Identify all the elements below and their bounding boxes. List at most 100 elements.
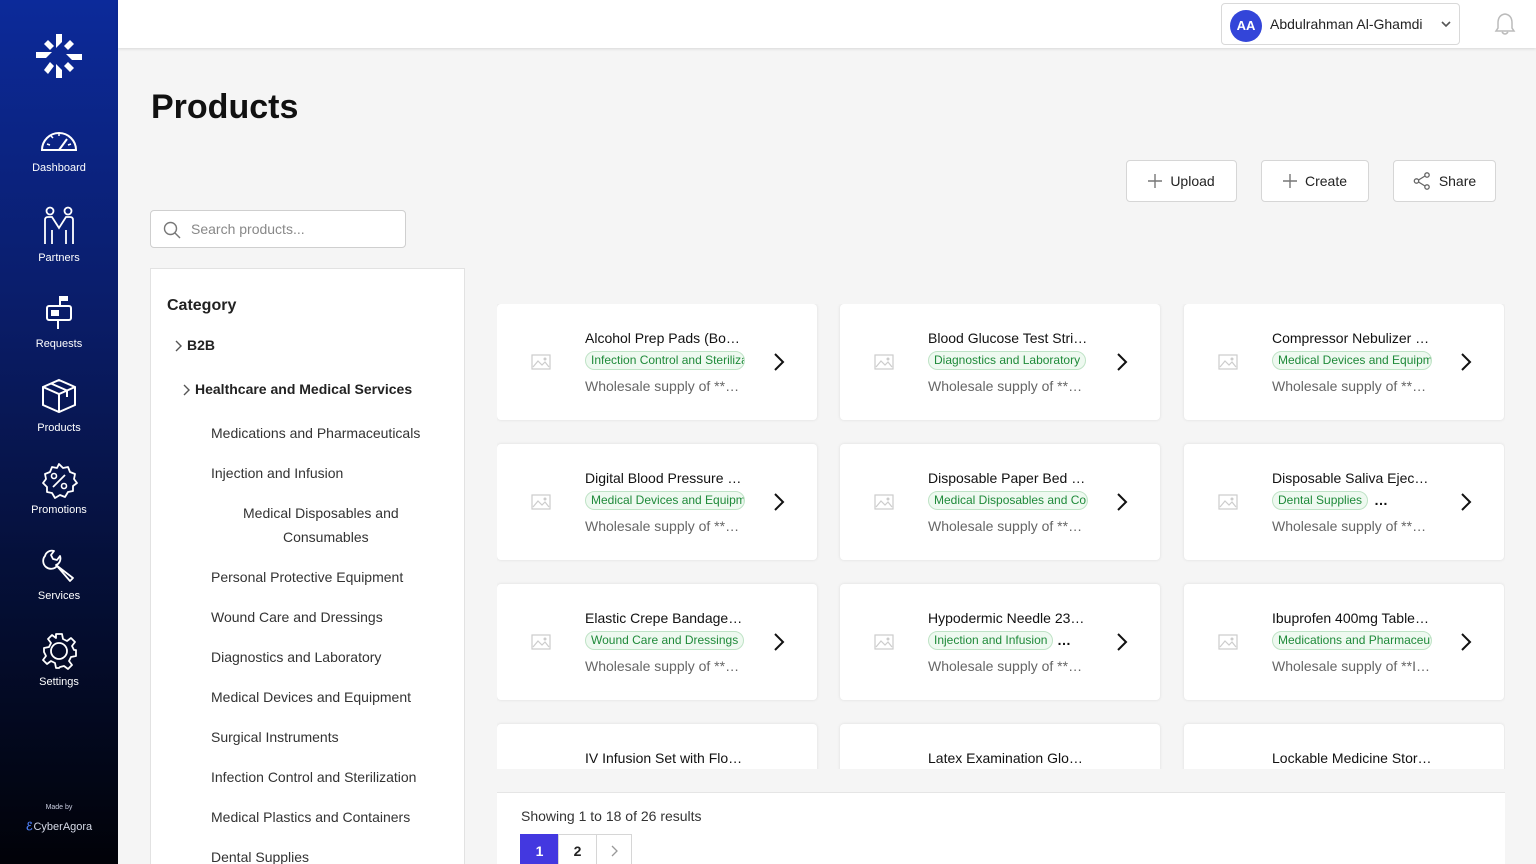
product-name: Hypodermic Needle 23… xyxy=(928,610,1085,626)
nav-requests-label: Requests xyxy=(35,338,83,350)
product-card[interactable]: Digital Blood Pressure … Medical Devices … xyxy=(497,444,817,560)
app-logo-icon[interactable] xyxy=(34,32,84,80)
user-name: Abdulrahman Al-Ghamdi xyxy=(1270,16,1423,32)
category-tag: Dental Supplies xyxy=(1272,491,1369,510)
image-placeholder-icon xyxy=(874,634,894,650)
category-b2b[interactable]: B2B xyxy=(175,337,215,353)
product-card[interactable]: IV Infusion Set with Flo… xyxy=(497,724,817,769)
product-description: Wholesale supply of **… xyxy=(585,658,740,674)
category-item-wound-care[interactable]: Wound Care and Dressings xyxy=(211,609,383,625)
settings-gear-icon xyxy=(42,633,77,670)
nav-dashboard[interactable]: Dashboard xyxy=(0,126,118,174)
avatar: AA xyxy=(1230,10,1262,42)
chevron-right-icon[interactable] xyxy=(1116,352,1128,372)
share-button[interactable]: Share xyxy=(1393,160,1496,202)
next-page-button[interactable] xyxy=(596,834,632,864)
product-card[interactable]: Disposable Paper Bed … Medical Disposable… xyxy=(840,444,1160,560)
product-name: Blood Glucose Test Stri… xyxy=(928,330,1088,346)
nav-products-label: Products xyxy=(37,422,81,434)
product-description: Wholesale supply of **… xyxy=(928,378,1083,394)
brand-footer[interactable]: ℰCyberAgora xyxy=(0,820,118,833)
more-tags-indicator: … xyxy=(1057,632,1071,648)
product-description: Wholesale supply of **… xyxy=(928,658,1083,674)
image-placeholder-icon xyxy=(1218,494,1238,510)
category-item-ppe[interactable]: Personal Protective Equipment xyxy=(211,569,403,585)
pagination: Showing 1 to 18 of 26 results 1 2 xyxy=(497,792,1505,864)
category-tag: Medical Devices and Equipment xyxy=(1272,351,1432,370)
category-item-disposables[interactable]: Medical Disposables and xyxy=(243,505,399,521)
category-tag: Injection and Infusion xyxy=(928,631,1054,650)
create-button[interactable]: Create xyxy=(1261,160,1369,202)
plus-icon xyxy=(1148,174,1163,188)
category-tag: Medical Disposables and Consumables xyxy=(928,491,1088,510)
product-card[interactable]: Alcohol Prep Pads (Bo… Infection Control … xyxy=(497,304,817,420)
chevron-right-icon[interactable] xyxy=(773,492,785,512)
category-item-disposables-line2[interactable]: Consumables xyxy=(283,529,369,545)
user-menu[interactable]: AA Abdulrahman Al-Ghamdi xyxy=(1221,3,1460,45)
search-icon xyxy=(163,221,181,239)
product-card[interactable]: Ibuprofen 400mg Table… Medications and Ph… xyxy=(1184,584,1504,700)
nav-products[interactable]: Products xyxy=(0,378,118,434)
product-card[interactable]: Blood Glucose Test Stri… Diagnostics and … xyxy=(840,304,1160,420)
chevron-right-icon[interactable] xyxy=(773,632,785,652)
category-title: Category xyxy=(167,297,237,314)
bell-icon[interactable] xyxy=(1494,12,1516,36)
chevron-right-icon[interactable] xyxy=(1460,352,1472,372)
nav-partners[interactable]: Partners xyxy=(0,206,118,264)
product-description: Wholesale supply of **… xyxy=(585,518,740,534)
chevron-right-icon[interactable] xyxy=(1460,632,1472,652)
product-card[interactable]: Disposable Saliva Ejec… Dental Supplies … W… xyxy=(1184,444,1504,560)
product-card[interactable]: Latex Examination Glo… xyxy=(840,724,1160,769)
product-name: Lockable Medicine Stor… xyxy=(1272,750,1432,766)
results-summary: Showing 1 to 18 of 26 results xyxy=(521,808,702,824)
image-placeholder-icon xyxy=(1218,634,1238,650)
nav-services[interactable]: Services xyxy=(0,548,118,602)
chevron-right-icon[interactable] xyxy=(1460,492,1472,512)
product-card[interactable]: Compressor Nebulizer … Medical Devices an… xyxy=(1184,304,1504,420)
partners-handshake-icon xyxy=(44,206,74,244)
nav-promotions-label: Promotions xyxy=(31,504,87,516)
category-item-surgical[interactable]: Surgical Instruments xyxy=(211,729,339,745)
nav-promotions[interactable]: Promotions xyxy=(0,462,118,516)
product-description: Wholesale supply of **… xyxy=(1272,518,1427,534)
more-tags-indicator: … xyxy=(1374,492,1388,508)
category-item-medications[interactable]: Medications and Pharmaceuticals xyxy=(211,425,420,441)
category-item-injection[interactable]: Injection and Infusion xyxy=(211,465,343,481)
image-placeholder-icon xyxy=(531,634,551,650)
chevron-right-icon[interactable] xyxy=(1116,632,1128,652)
nav-settings[interactable]: Settings xyxy=(0,632,118,688)
image-placeholder-icon xyxy=(1218,354,1238,370)
page-2-button[interactable]: 2 xyxy=(558,834,597,864)
page-buttons: 1 2 xyxy=(520,834,632,864)
plus-icon xyxy=(1282,174,1297,188)
services-wrench-icon xyxy=(42,549,74,582)
product-name: Alcohol Prep Pads (Bo… xyxy=(585,330,740,346)
product-description: Wholesale supply of **I… xyxy=(1272,658,1430,674)
category-healthcare[interactable]: Healthcare and Medical Services xyxy=(183,381,412,397)
product-description: Wholesale supply of **… xyxy=(928,518,1083,534)
product-name: Elastic Crepe Bandage… xyxy=(585,610,743,626)
product-name: Disposable Saliva Ejec… xyxy=(1272,470,1429,486)
dashboard-gauge-icon xyxy=(40,132,78,151)
chevron-right-icon[interactable] xyxy=(1116,492,1128,512)
image-placeholder-icon xyxy=(874,494,894,510)
sidebar: Dashboard Partners Requests Products Pro… xyxy=(0,0,118,864)
category-tag: Medications and Pharmaceuticals xyxy=(1272,631,1432,650)
category-item-diagnostics[interactable]: Diagnostics and Laboratory xyxy=(211,649,381,665)
nav-requests[interactable]: Requests xyxy=(0,294,118,350)
product-card[interactable]: Elastic Crepe Bandage… Wound Care and Dre… xyxy=(497,584,817,700)
product-card[interactable]: Hypodermic Needle 23… Injection and Infus… xyxy=(840,584,1160,700)
upload-button[interactable]: Upload xyxy=(1126,160,1237,202)
search-input[interactable] xyxy=(191,219,391,239)
chevron-down-icon xyxy=(1441,21,1451,28)
product-grid: Alcohol Prep Pads (Bo… Infection Control … xyxy=(497,304,1505,769)
product-card[interactable]: Lockable Medicine Stor… xyxy=(1184,724,1504,769)
category-item-devices[interactable]: Medical Devices and Equipment xyxy=(211,689,411,705)
chevron-right-icon[interactable] xyxy=(773,352,785,372)
category-item-dental[interactable]: Dental Supplies xyxy=(211,849,309,864)
category-item-plastics[interactable]: Medical Plastics and Containers xyxy=(211,809,410,825)
product-name: Ibuprofen 400mg Table… xyxy=(1272,610,1429,626)
category-item-infection-control[interactable]: Infection Control and Sterilization xyxy=(211,769,416,785)
promotions-percent-badge-icon xyxy=(42,463,78,499)
page-1-button[interactable]: 1 xyxy=(520,834,559,864)
